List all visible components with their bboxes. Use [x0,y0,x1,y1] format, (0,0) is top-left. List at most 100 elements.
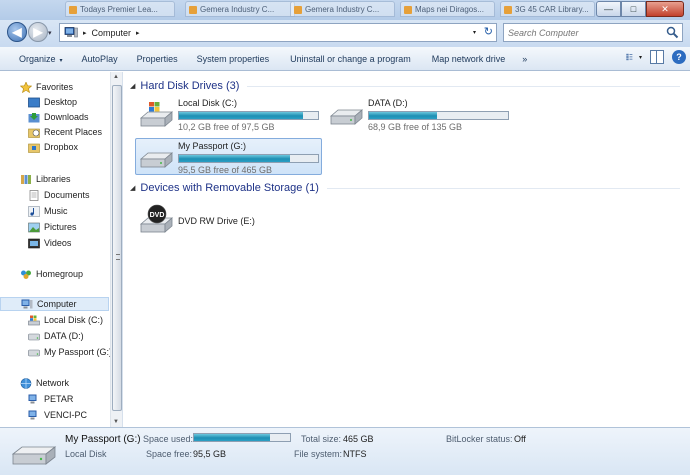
more-commands-button[interactable]: » [514,54,536,64]
minimize-button[interactable]: — [596,1,621,17]
organize-label: Organize [19,53,56,64]
collapse-triangle-icon[interactable]: ◢ [130,82,135,90]
nav-dropbox[interactable]: Dropbox [0,140,110,154]
help-button[interactable]: ? [672,50,686,64]
dvd-drive-tile[interactable]: DVD DVD RW Drive (E:) [135,200,323,237]
nav-favorites[interactable]: Favorites [0,80,110,94]
drive-name: DATA (D:) [368,98,408,108]
nav-label: Pictures [44,222,77,232]
forward-button[interactable]: ▶ [28,22,48,42]
breadcrumb-separator[interactable]: ▸ [136,29,140,37]
group-header-removable[interactable]: ◢ Devices with Removable Storage (1) [130,181,680,195]
nav-computer[interactable]: Computer [0,297,109,311]
drive-usage-fill [179,112,304,119]
nav-petar[interactable]: PETAR [0,392,110,406]
documents-icon [29,189,39,201]
preview-pane-button[interactable] [650,50,664,64]
nav-label: Music [44,206,68,216]
change-view-button[interactable]: ▾ [626,50,642,64]
bitlocker-label: BitLocker status: [446,434,513,444]
nav-label: Local Disk (C:) [44,315,104,325]
nav-scrollbar[interactable]: ▲ ▼ [110,72,122,427]
search-input[interactable] [508,24,658,41]
nav-data-d[interactable]: DATA (D:) [0,329,110,343]
drive-tile[interactable]: DATA (D:) 68,9 GB free of 135 GB [325,95,513,132]
breadcrumb-separator[interactable]: ▸ [83,29,87,37]
scroll-down-arrow-icon[interactable]: ▼ [113,419,119,425]
chevron-down-icon: ▾ [59,57,63,64]
nav-local-disk-c[interactable]: Local Disk (C:) [0,313,110,327]
network-icon [20,377,32,389]
nav-recent-places[interactable]: Recent Places [0,125,110,139]
space-used-bar [193,433,291,442]
drive-tile[interactable]: My Passport (G:) 95,5 GB free of 465 GB [135,138,322,175]
nav-music[interactable]: Music [0,204,110,218]
nav-label: Downloads [44,112,89,122]
refresh-icon[interactable]: ↻ [484,25,493,38]
nav-libraries[interactable]: Libraries [0,172,110,186]
drive-tile[interactable]: Local Disk (C:) 10,2 GB free of 97,5 GB [135,95,323,132]
space-used-fill [194,434,271,441]
back-button[interactable]: ◀ [7,22,27,42]
background-window-tab[interactable]: Todays Premier Lea... [65,1,175,17]
drive-free-space: 10,2 GB free of 97,5 GB [178,122,275,132]
address-history-dropdown[interactable]: ▾ [473,29,476,36]
nav-homegroup[interactable]: Homegroup [0,267,110,281]
nav-network[interactable]: Network [0,376,110,390]
content-pane: ◢ Hard Disk Drives (3) Local Disk (C:) 1… [124,72,690,427]
group-title: Hard Disk Drives (3) [140,80,240,92]
network-computer-icon [28,410,37,419]
nav-my-passport-g[interactable]: My Passport (G:) [0,345,112,359]
address-field[interactable]: ▸ Computer ▸ ▾ ↻ [59,23,497,42]
scrollbar-thumb[interactable] [112,85,122,411]
group-divider [247,85,680,87]
dvd-badge: DVD [150,212,165,219]
drive-usage-bar [178,154,319,163]
nav-label: Network [36,378,70,388]
nav-desktop[interactable]: Desktop [0,95,110,109]
nav-venci-pc[interactable]: VENCI-PC [0,408,110,422]
autoplay-button[interactable]: AutoPlay [72,54,127,64]
recent-pages-button[interactable]: ▾ [48,29,52,37]
nav-documents[interactable]: Documents [0,188,110,202]
nav-videos[interactable]: Videos [0,236,110,250]
nav-pictures[interactable]: Pictures [0,220,110,234]
title-bar: Todays Premier Lea... Gemera Industry C.… [0,0,690,20]
music-icon [28,205,40,217]
background-window-tab[interactable]: 3G 45 CAR Library... [500,1,595,17]
background-window-tab[interactable]: Gemera Industry C... [290,1,395,17]
details-pane: My Passport (G:) Local Disk Space used: … [0,427,690,475]
search-box[interactable] [503,23,683,42]
windows-drive-icon [139,102,173,127]
breadcrumb-computer[interactable]: Computer [92,28,132,38]
group-header-hard-disks[interactable]: ◢ Hard Disk Drives (3) [130,79,680,93]
search-icon[interactable] [666,26,679,39]
hard-drive-icon [329,109,363,125]
drive-usage-bar [178,111,319,120]
background-window-tab[interactable]: Maps nei Diragos... [400,1,495,17]
map-network-drive-button[interactable]: Map network drive [420,54,515,64]
uninstall-program-button[interactable]: Uninstall or change a program [278,54,420,64]
total-size-value: 465 GB [343,434,374,444]
drive-free-space: 68,9 GB free of 135 GB [368,122,463,132]
organize-button[interactable]: Organize ▾ [0,54,72,64]
properties-button[interactable]: Properties [127,54,187,64]
desktop-icon [28,97,40,107]
dvd-drive-icon: DVD [139,204,173,233]
chevron-down-icon: ▾ [638,54,642,61]
navigation-pane: Favorites Desktop Downloads Recent Place… [0,72,123,427]
star-icon [20,81,32,93]
nav-downloads[interactable]: Downloads [0,110,110,124]
system-properties-button[interactable]: System properties [187,54,279,64]
details-subtitle: Local Disk [65,449,107,459]
collapse-triangle-icon[interactable]: ◢ [130,184,135,192]
background-window-tab[interactable]: Gemera Industry C... [185,1,295,17]
recent-places-icon [28,128,40,138]
close-button[interactable]: ✕ [646,1,684,17]
group-divider [326,187,680,189]
scroll-up-arrow-icon[interactable]: ▲ [113,74,119,80]
hard-drive-icon [11,446,57,465]
maximize-button[interactable]: □ [621,1,646,17]
computer-icon [21,299,33,308]
hard-drive-icon [139,152,173,168]
